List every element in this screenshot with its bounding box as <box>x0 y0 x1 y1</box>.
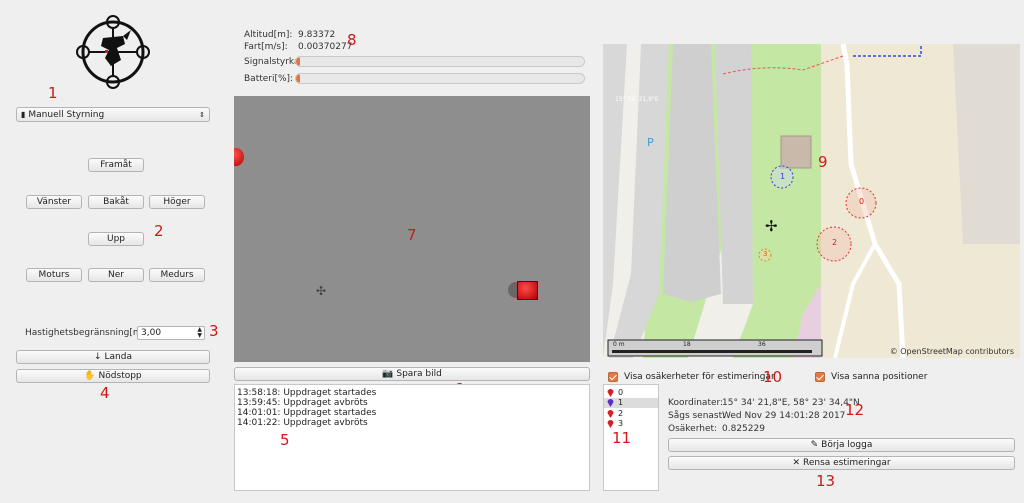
save-image-label: Spara bild <box>396 369 442 379</box>
annotation-8: 8 <box>347 31 357 49</box>
altitude-value: 9.83372 <box>298 30 336 40</box>
save-image-button[interactable]: 📷 Spara bild <box>234 367 590 381</box>
log-line: 14:01:01: Uppdraget startades <box>237 408 377 418</box>
arrow-down-icon: ↓ <box>93 352 102 362</box>
speed-limit-label: Hastighetsbegränsning[m/s] <box>25 328 153 338</box>
coords-value: 15° 34' 21,8"E, 58° 23' 34,4"N <box>722 398 860 408</box>
checkbox-checked-icon <box>608 372 618 382</box>
annotation-2: 2 <box>154 222 164 240</box>
clear-estimates-label: Rensa estimeringar <box>802 458 891 468</box>
clear-estimates-button[interactable]: ✕ Rensa estimeringar <box>668 456 1015 470</box>
annotation-10: 10 <box>763 368 783 386</box>
up-button[interactable]: Upp <box>88 232 144 246</box>
drone-logo <box>75 14 151 90</box>
camera-icon: 📷 <box>382 369 394 379</box>
annotation-4: 4 <box>100 384 110 402</box>
emergency-stop-label: Nödstopp <box>98 371 142 381</box>
land-button[interactable]: ↓ Landa <box>16 350 210 364</box>
annotation-12: 12 <box>845 401 865 419</box>
rotate-ccw-button[interactable]: Moturs <box>26 268 82 282</box>
map-marker-3[interactable]: 3 <box>763 250 767 258</box>
list-item-label: 1 <box>618 398 624 408</box>
signal-strength-fill <box>296 57 301 66</box>
spin-arrows-icon[interactable]: ▲ ▼ <box>197 327 202 339</box>
down-button[interactable]: Ner <box>88 268 144 282</box>
altitude-label: Altitud[m]: <box>244 30 293 40</box>
hand-icon: ✋ <box>84 371 96 381</box>
map-attribution: © OpenStreetMap contributors <box>889 347 1014 356</box>
list-item[interactable]: 0 <box>604 387 658 398</box>
log-line: 14:01:22: Uppdraget avbröts <box>237 418 368 428</box>
red-object-target <box>517 281 538 300</box>
map-view[interactable]: P 15° 34' 21,8"E 0 1 2 3 ✢ 0 m 18 36 © O… <box>603 44 1020 358</box>
briefcase-icon: ▮ <box>21 110 26 119</box>
show-uncertainty-checkbox[interactable]: Visa osäkerheter för estimeringar <box>608 372 775 382</box>
last-seen-value: Wed Nov 29 14:01:28 2017 <box>722 411 846 421</box>
map-pin-icon <box>607 409 614 418</box>
map-pin-icon <box>607 388 614 397</box>
uncertainty-value: 0.825229 <box>722 424 765 434</box>
speed-label: Fart[m/s]: <box>244 42 288 52</box>
show-true-positions-label: Visa sanna positioner <box>831 372 928 382</box>
annotation-9: 9 <box>818 153 828 171</box>
map-coords-overlay: 15° 34' 21,8"E <box>615 96 659 103</box>
red-object-left <box>234 148 244 166</box>
annotation-1: 1 <box>48 84 58 102</box>
start-logging-label: Börja logga <box>821 440 873 450</box>
land-button-label: Landa <box>104 352 132 362</box>
annotation-3: 3 <box>209 322 219 340</box>
map-marker-0[interactable]: 0 <box>859 197 864 206</box>
show-uncertainty-label: Visa osäkerheter för estimeringar <box>624 372 775 382</box>
annotation-5: 5 <box>280 431 290 449</box>
forward-button[interactable]: Framåt <box>88 158 144 172</box>
speed-limit-value: 3,00 <box>141 328 162 338</box>
last-seen-label: Sågs senast: <box>668 411 726 421</box>
map-marker-2[interactable]: 2 <box>832 238 837 247</box>
signal-strength-bar <box>295 56 585 67</box>
log-line: 13:59:45: Uppdraget avbröts <box>237 398 368 408</box>
coords-label: Koordinater: <box>668 398 724 408</box>
annotation-11: 11 <box>612 429 632 447</box>
left-button[interactable]: Vänster <box>26 195 82 209</box>
close-icon: ✕ <box>792 458 800 468</box>
crosshair-icon: ✣ <box>316 284 327 298</box>
uncertainty-label: Osäkerhet: <box>668 424 718 434</box>
mode-select[interactable]: ▮ Manuell Styrning ⇕ <box>16 107 210 122</box>
mode-select-value: Manuell Styrning <box>28 109 105 120</box>
annotation-13: 13 <box>816 472 836 490</box>
back-button[interactable]: Bakåt <box>88 195 144 209</box>
right-button[interactable]: Höger <box>149 195 205 209</box>
list-item-label: 2 <box>618 408 624 418</box>
show-true-positions-checkbox[interactable]: Visa sanna positioner <box>815 372 927 382</box>
annotation-7: 7 <box>407 226 417 244</box>
list-item-label: 3 <box>618 419 624 429</box>
map-pin-icon <box>607 399 614 408</box>
list-item[interactable]: 3 <box>604 419 658 430</box>
start-logging-button[interactable]: ✎ Börja logga <box>668 438 1015 452</box>
battery-bar <box>295 73 585 84</box>
speed-value: 0.00370277 <box>298 42 353 52</box>
speed-limit-spinbox[interactable]: 3,00 ▲ ▼ <box>137 326 205 340</box>
rotate-cw-button[interactable]: Medurs <box>149 268 205 282</box>
log-line: 13:58:18: Uppdraget startades <box>237 388 377 398</box>
chevron-updown-icon: ⇕ <box>199 110 205 119</box>
battery-label: Batteri[%]: <box>244 74 294 84</box>
signal-label: Signalstyrka: <box>244 57 303 67</box>
map-parking-label: P <box>647 136 654 149</box>
drone-icon: ✢ <box>765 217 778 235</box>
emergency-stop-button[interactable]: ✋ Nödstopp <box>16 369 210 383</box>
scale-label-0: 0 m <box>613 341 625 348</box>
checkbox-checked-icon <box>815 372 825 382</box>
map-pin-icon <box>607 420 614 429</box>
list-item-label: 0 <box>618 387 624 397</box>
list-item[interactable]: 2 <box>604 408 658 419</box>
scale-label-36: 36 <box>758 341 766 348</box>
map-marker-1[interactable]: 1 <box>780 172 785 181</box>
battery-fill <box>296 74 301 83</box>
pencil-icon: ✎ <box>810 440 819 450</box>
scale-label-18: 18 <box>683 341 691 348</box>
list-item[interactable]: 1 <box>604 397 658 408</box>
